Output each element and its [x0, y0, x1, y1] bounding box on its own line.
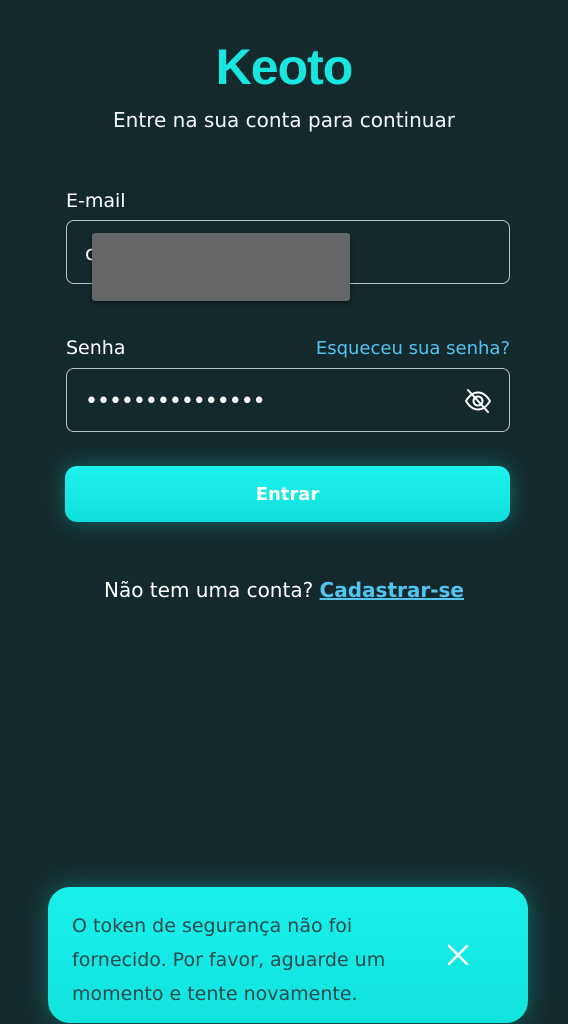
error-toast: O token de segurança não foi fornecido. … [48, 887, 528, 1023]
password-field[interactable]: ••••••••••••••• [66, 368, 510, 432]
email-label: E-mail [66, 190, 126, 212]
password-field-value: ••••••••••••••• [85, 389, 266, 414]
login-button[interactable]: Entrar [65, 466, 510, 522]
password-label: Senha [66, 337, 126, 359]
signup-row: Não tem uma conta? Cadastrar-se [0, 578, 568, 602]
app-logo: Keoto [215, 39, 354, 95]
signup-prompt: Não tem uma conta? [104, 578, 320, 602]
page-subtitle: Entre na sua conta para continuar [113, 108, 455, 132]
close-icon[interactable] [446, 943, 470, 967]
toast-message: O token de segurança não foi fornecido. … [72, 915, 386, 1005]
redaction-overlay [92, 233, 350, 301]
signup-link[interactable]: Cadastrar-se [320, 578, 464, 602]
login-screen: Keoto Entre na sua conta para continuar … [0, 0, 568, 1024]
eye-off-icon[interactable] [463, 386, 493, 416]
forgot-password-link[interactable]: Esqueceu sua senha? [316, 338, 510, 359]
